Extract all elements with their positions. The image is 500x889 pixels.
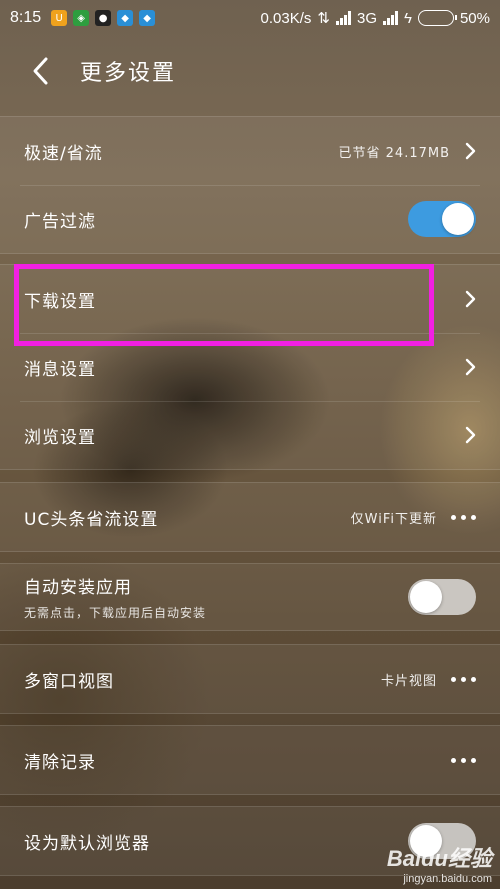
water-drop-app-icon-2: ◆ [139,10,156,26]
back-button[interactable] [0,36,80,106]
row-clear-history[interactable]: 清除记录 [0,726,500,794]
settings-group-network: 极速/省流 已节省 24.17MB 广告过滤 [0,116,500,254]
settings-group-headlines: UC头条省流设置 仅WiFi下更新 [0,482,500,552]
status-bar: 8:15 U ◈ ● ◆ ◆ 0.03K/s ⇅ 3G ϟ 50% [0,0,500,36]
signal-icon-2 [383,11,399,25]
more-options-icon[interactable] [451,514,476,520]
ad-filter-toggle[interactable] [408,201,476,237]
status-right: 0.03K/s ⇅ 3G ϟ 50% [260,9,490,28]
multi-window-label: 多窗口视图 [24,671,114,692]
clear-history-label: 清除记录 [24,752,96,773]
row-speed-mode[interactable]: 极速/省流 已节省 24.17MB [0,117,500,185]
uc-app-icon: U [51,10,68,26]
row-browse-settings[interactable]: 浏览设置 [0,401,500,469]
download-settings-label: 下载设置 [24,291,96,312]
speed-mode-label: 极速/省流 [24,143,103,164]
toggle-knob [410,581,442,613]
battery-icon [417,10,457,26]
signal-icon [336,11,351,25]
page-title: 更多设置 [80,61,177,86]
data-transfer-icon: ⇅ [317,10,330,27]
row-auto-install: 自动安装应用 无需点击，下载应用后自动安装 [0,564,500,630]
page-header: 更多设置 [0,36,500,106]
baidu-watermark: Baidu经验 jingyan.baidu.com [387,841,492,885]
settings-group-history: 清除记录 [0,725,500,795]
qq-app-icon: ● [95,10,112,26]
message-settings-label: 消息设置 [24,359,96,380]
status-time: 8:15 [10,9,42,26]
chevron-right-icon [465,290,476,308]
row-uc-headlines[interactable]: UC头条省流设置 仅WiFi下更新 [0,483,500,551]
auto-install-description: 无需点击，下载应用后自动安装 [24,606,207,620]
more-options-icon[interactable] [451,757,476,763]
settings-group-install: 自动安装应用 无需点击，下载应用后自动安装 [0,563,500,631]
chevron-right-icon [465,142,476,160]
back-arrow-icon [33,57,48,85]
auto-install-text: 自动安装应用 无需点击，下载应用后自动安装 [24,573,206,621]
browse-settings-label: 浏览设置 [24,427,96,448]
auto-install-label: 自动安装应用 [24,578,132,598]
row-download-settings[interactable]: 下载设置 [0,265,500,333]
row-message-settings[interactable]: 消息设置 [0,333,500,401]
settings-group-general: 下载设置 消息设置 浏览设置 [0,264,500,470]
chevron-right-icon [465,426,476,444]
row-multi-window[interactable]: 多窗口视图 卡片视图 [0,645,500,713]
uc-headlines-value: 仅WiFi下更新 [350,511,437,527]
security-app-icon: ◈ [73,10,90,26]
row-ad-filter: 广告过滤 [0,185,500,253]
baidu-logo: Baidu经验 [386,846,492,871]
baidu-url: jingyan.baidu.com [403,873,492,885]
water-drop-app-icon: ◆ [117,10,134,26]
battery-percent: 50% [459,9,490,27]
toggle-knob [442,203,474,235]
auto-install-toggle[interactable] [408,579,476,615]
network-type: 3G [357,9,378,27]
more-options-icon[interactable] [451,676,476,682]
charging-icon: ϟ [404,9,412,27]
ad-filter-label: 广告过滤 [24,211,96,232]
network-speed: 0.03K/s [260,9,312,27]
default-browser-label: 设为默认浏览器 [24,833,150,854]
multi-window-value: 卡片视图 [380,673,437,689]
speed-mode-value: 已节省 24.17MB [338,145,450,161]
settings-group-window: 多窗口视图 卡片视图 [0,644,500,714]
uc-headlines-label: UC头条省流设置 [24,509,159,530]
chevron-right-icon [465,358,476,376]
status-left: 8:15 U ◈ ● ◆ ◆ [10,9,156,27]
